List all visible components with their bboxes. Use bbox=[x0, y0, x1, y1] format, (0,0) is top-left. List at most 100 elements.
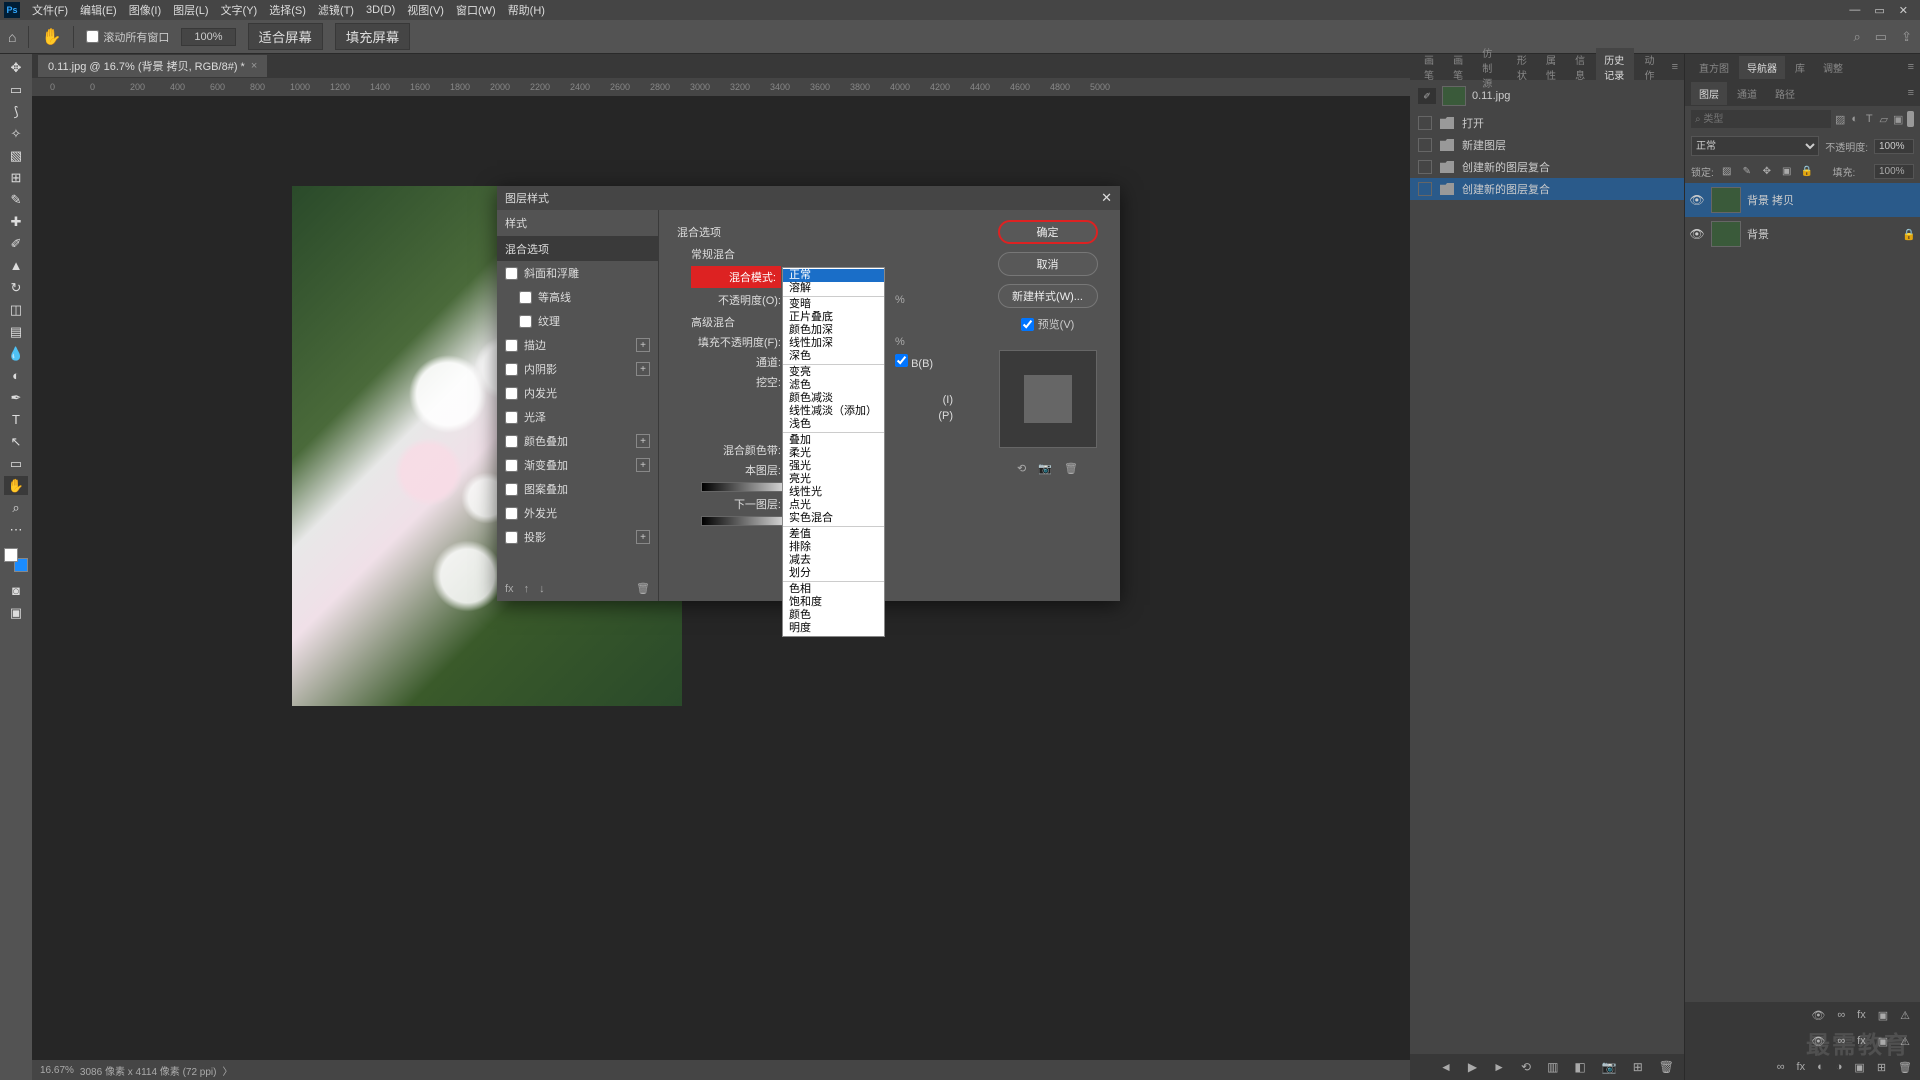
style-item[interactable]: 外发光 bbox=[497, 501, 658, 525]
dropdown-option[interactable]: 线性减淡（添加） bbox=[783, 405, 884, 418]
dropdown-option[interactable]: 差值 bbox=[783, 528, 884, 541]
menu-view[interactable]: 视图(V) bbox=[401, 2, 450, 18]
menu-select[interactable]: 选择(S) bbox=[263, 2, 312, 18]
filter-adjust-icon[interactable]: ◐ bbox=[1849, 113, 1859, 125]
wand-tool[interactable]: ✧ bbox=[4, 124, 28, 143]
layer-item[interactable]: 👁背景🔒 bbox=[1685, 217, 1920, 251]
tab-channels[interactable]: 通道 bbox=[1729, 82, 1765, 105]
dodge-tool[interactable]: ◐ bbox=[4, 366, 28, 385]
tab-paths[interactable]: 路径 bbox=[1767, 82, 1803, 105]
panel-menu-icon[interactable]: ≡ bbox=[1902, 61, 1920, 73]
lock-pixels-icon[interactable]: ▨ bbox=[1720, 166, 1734, 177]
channel-b-check[interactable] bbox=[895, 354, 908, 367]
tab-adjust[interactable]: 调整 bbox=[1815, 56, 1851, 79]
dropdown-option[interactable]: 柔光 bbox=[783, 447, 884, 460]
dropdown-option[interactable]: 减去 bbox=[783, 554, 884, 567]
quickmask-tool[interactable]: ◙ bbox=[4, 581, 28, 600]
menu-help[interactable]: 帮助(H) bbox=[502, 2, 551, 18]
style-item[interactable]: 描边+ bbox=[497, 333, 658, 357]
menu-image[interactable]: 图像(I) bbox=[123, 2, 167, 18]
style-item[interactable]: 纹理 bbox=[497, 309, 658, 333]
color-swatch[interactable] bbox=[4, 548, 28, 572]
group-icon[interactable]: ▣ bbox=[1854, 1061, 1864, 1074]
dropdown-option[interactable]: 亮光 bbox=[783, 473, 884, 486]
style-item[interactable]: 斜面和浮雕 bbox=[497, 261, 658, 285]
dropdown-option[interactable]: 明度 bbox=[783, 622, 884, 635]
history-brush-tool[interactable]: ↻ bbox=[4, 278, 28, 297]
hist-prev-icon[interactable]: ◄ bbox=[1440, 1060, 1452, 1074]
style-item[interactable]: 内发光 bbox=[497, 381, 658, 405]
dropdown-option[interactable]: 排除 bbox=[783, 541, 884, 554]
document-tab[interactable]: 0.11.jpg @ 16.7% (背景 拷贝, RGB/8#) * × bbox=[38, 55, 267, 77]
dropdown-option[interactable]: 实色混合 bbox=[783, 512, 884, 525]
layer-mask-icon[interactable]: ◐ bbox=[1817, 1061, 1824, 1073]
dropdown-option[interactable]: 色相 bbox=[783, 583, 884, 596]
new-style-button[interactable]: 新建样式(W)... bbox=[998, 284, 1098, 308]
dropdown-option[interactable]: 浅色 bbox=[783, 418, 884, 431]
filter-shape-icon[interactable]: ▱ bbox=[1878, 113, 1888, 126]
menu-edit[interactable]: 编辑(E) bbox=[74, 2, 123, 18]
type-tool[interactable]: T bbox=[4, 410, 28, 429]
lock-all-icon[interactable]: 🔒 bbox=[1800, 166, 1814, 177]
trash-icon[interactable]: 🗑 bbox=[636, 582, 650, 595]
dropdown-option[interactable]: 变亮 bbox=[783, 366, 884, 379]
status-doc-info[interactable]: 3086 像素 x 4114 像素 (72 ppi) bbox=[80, 1063, 217, 1078]
hist-new-icon[interactable]: ⊞ bbox=[1633, 1060, 1643, 1074]
hist-icon2[interactable]: ▥ bbox=[1547, 1060, 1558, 1074]
dropdown-option[interactable]: 正常 bbox=[783, 269, 884, 282]
warn-icon[interactable]: ⚠ bbox=[1900, 1009, 1910, 1022]
style-item[interactable]: 等高线 bbox=[497, 285, 658, 309]
style-item[interactable]: 内阴影+ bbox=[497, 357, 658, 381]
menu-filter[interactable]: 滤镜(T) bbox=[312, 2, 360, 18]
pen-tool[interactable]: ✒ bbox=[4, 388, 28, 407]
history-item[interactable]: 打开 bbox=[1410, 112, 1684, 134]
dropdown-option[interactable]: 叠加 bbox=[783, 434, 884, 447]
window-close-icon[interactable]: ✕ bbox=[1899, 4, 1908, 17]
hand-tool[interactable]: ✋ bbox=[4, 476, 28, 495]
filter-toggle[interactable] bbox=[1907, 111, 1914, 127]
stamp-tool[interactable]: ▲ bbox=[4, 256, 28, 275]
history-brush-icon[interactable]: ✐ bbox=[1418, 88, 1436, 104]
style-item[interactable]: 投影+ bbox=[497, 525, 658, 549]
fx-footer-icon[interactable]: fx bbox=[505, 583, 514, 595]
move-tool[interactable]: ✥ bbox=[4, 58, 28, 77]
hist-icon1[interactable]: ⟲ bbox=[1521, 1060, 1531, 1074]
dropdown-option[interactable]: 变暗 bbox=[783, 298, 884, 311]
home-icon[interactable]: ⌂ bbox=[8, 29, 16, 45]
link-icon[interactable]: 👁 bbox=[1811, 1009, 1825, 1022]
layer-filter-input[interactable] bbox=[1691, 110, 1831, 128]
down-icon[interactable]: ↓ bbox=[539, 583, 545, 595]
hand-tool-icon[interactable]: ✋ bbox=[41, 27, 61, 47]
frame-tool[interactable]: ⊞ bbox=[4, 168, 28, 187]
dropdown-option[interactable]: 线性光 bbox=[783, 486, 884, 499]
mask-icon[interactable]: fx bbox=[1857, 1009, 1866, 1021]
blend-mode-dropdown-list[interactable]: 正常溶解变暗正片叠底颜色加深线性加深深色变亮滤色颜色减淡线性减淡（添加）浅色叠加… bbox=[782, 267, 885, 637]
screenmode-tool[interactable]: ▣ bbox=[4, 603, 28, 622]
dropdown-option[interactable]: 滤色 bbox=[783, 379, 884, 392]
dropdown-option[interactable]: 线性加深 bbox=[783, 337, 884, 350]
hist-next-icon[interactable]: ► bbox=[1493, 1060, 1505, 1074]
lock-artboard-icon[interactable]: ▣ bbox=[1780, 166, 1794, 177]
preview-icon1[interactable]: ⟲ bbox=[1017, 462, 1026, 475]
search-icon[interactable]: ⌕ bbox=[1854, 29, 1861, 45]
lock-position-icon[interactable]: ✥ bbox=[1760, 166, 1774, 177]
filter-smart-icon[interactable]: ▣ bbox=[1893, 113, 1903, 126]
history-item[interactable]: 新建图层 bbox=[1410, 134, 1684, 156]
dropdown-option[interactable]: 饱和度 bbox=[783, 596, 884, 609]
history-item[interactable]: 创建新的图层复合 bbox=[1410, 178, 1684, 200]
layer-fx-icon[interactable]: fx bbox=[1797, 1061, 1806, 1073]
tab-layers[interactable]: 图层 bbox=[1691, 82, 1727, 105]
dropdown-option[interactable]: 溶解 bbox=[783, 282, 884, 295]
menu-layer[interactable]: 图层(L) bbox=[167, 2, 214, 18]
history-item[interactable]: 创建新的图层复合 bbox=[1410, 156, 1684, 178]
menu-window[interactable]: 窗口(W) bbox=[450, 2, 502, 18]
cancel-button[interactable]: 取消 bbox=[998, 252, 1098, 276]
brush-tool[interactable]: ✐ bbox=[4, 234, 28, 253]
menu-file[interactable]: 文件(F) bbox=[26, 2, 74, 18]
hist-play-icon[interactable]: ▶ bbox=[1468, 1060, 1477, 1074]
workspace-icon[interactable]: ▭ bbox=[1875, 29, 1887, 45]
blur-tool[interactable]: 💧 bbox=[4, 344, 28, 363]
dropdown-option[interactable]: 点光 bbox=[783, 499, 884, 512]
fx-icon[interactable]: ∞ bbox=[1837, 1009, 1845, 1021]
blend-mode-select[interactable]: 正常 bbox=[1691, 136, 1819, 156]
